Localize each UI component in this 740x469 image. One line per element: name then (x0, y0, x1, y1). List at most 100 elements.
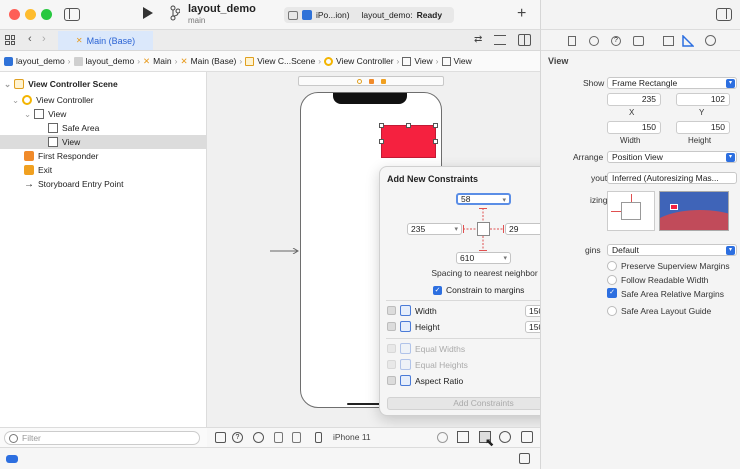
outline-label: View Controller Scene (28, 79, 118, 89)
height-field[interactable]: 150 (676, 121, 730, 134)
quick-help-icon[interactable]: ? (611, 36, 621, 46)
red-view[interactable] (379, 123, 438, 158)
breadcrumb-item[interactable]: layout_demo (4, 56, 65, 66)
scene-dock-exit-icon[interactable] (381, 79, 386, 84)
scene-dock-vc-icon[interactable] (357, 79, 362, 84)
bottom-strut[interactable] (477, 236, 489, 251)
x-label: X (629, 108, 635, 117)
add-icon[interactable]: + (517, 5, 526, 23)
top-constraint-field[interactable]: 58 ▾ (456, 193, 511, 205)
layout-margins-popup[interactable]: Default ▾ (607, 244, 737, 256)
resize-handle[interactable] (433, 139, 438, 144)
outline-item-safe-area[interactable]: Safe Area (0, 121, 207, 135)
layout-popup[interactable]: Inferred (Autoresizing Mas... (607, 172, 737, 184)
size-inspector-icon[interactable] (682, 35, 694, 47)
filter-field[interactable]: Filter (4, 431, 200, 445)
autoresizing-mask-control[interactable] (607, 191, 655, 231)
outline-toggle-icon[interactable] (215, 432, 226, 443)
autoresizing-top-strut[interactable] (631, 194, 632, 202)
attributes-inspector-icon[interactable] (663, 36, 674, 46)
resize-handle[interactable] (433, 123, 438, 128)
tab-main-base[interactable]: ✕ Main (Base) (58, 31, 153, 50)
zoom-window-button[interactable] (41, 9, 52, 20)
width-checkbox[interactable] (387, 306, 396, 315)
orientation-icon[interactable] (274, 432, 283, 443)
minimize-window-button[interactable] (25, 9, 36, 20)
entry-point-arrow[interactable] (270, 248, 300, 254)
device-name[interactable]: iPhone 11 (333, 432, 371, 442)
readable-width-checkbox[interactable] (607, 275, 617, 285)
outline-item-view-selected[interactable]: View (0, 135, 207, 149)
resolve-issues-icon[interactable] (499, 431, 511, 443)
outline-item-entry-point[interactable]: → Storyboard Entry Point (0, 177, 207, 191)
scene-dock-responder-icon[interactable] (369, 79, 374, 84)
outline-item-scene[interactable]: ⌄ View Controller Scene (0, 77, 207, 91)
aspect-ratio-checkbox[interactable] (387, 376, 396, 385)
view-icon (34, 109, 45, 119)
height-checkbox[interactable] (387, 322, 396, 331)
chevron-down-icon[interactable]: ▾ (454, 225, 458, 233)
editor-options-icon[interactable] (494, 35, 506, 45)
breadcrumb-item[interactable]: ✕ Main (143, 56, 172, 67)
breadcrumb-item[interactable]: View (441, 56, 472, 66)
align-icon[interactable] (457, 431, 469, 443)
outline-item-view[interactable]: ⌄ View (0, 107, 207, 121)
width-field[interactable]: 150 (607, 121, 661, 134)
equal-widths-checkbox[interactable] (387, 344, 396, 353)
y-field[interactable]: 102 (676, 93, 730, 106)
inspector-toolbar (540, 0, 740, 30)
view-controller-icon (324, 56, 334, 66)
autoresizing-left-strut[interactable] (611, 211, 621, 212)
leading-constraint-field[interactable]: 235 ▾ (407, 223, 462, 235)
resize-handle[interactable] (379, 123, 384, 128)
scheme-name[interactable]: iPo...ion) (316, 10, 350, 20)
history-icon[interactable] (589, 36, 599, 46)
scheme-status-bar[interactable]: iPo...ion) layout_demo: Ready (284, 7, 454, 23)
outline-label: View Controller (36, 95, 94, 105)
navigator-toggle-icon[interactable] (64, 8, 80, 21)
resize-handle[interactable] (379, 139, 384, 144)
leading-strut[interactable] (463, 223, 477, 235)
x-field[interactable]: 235 (607, 93, 661, 106)
outline-item-view-controller[interactable]: ⌄ View Controller (0, 93, 207, 107)
connections-inspector-icon[interactable] (705, 35, 716, 46)
equal-heights-checkbox[interactable] (387, 360, 396, 369)
show-popup[interactable]: Frame Rectangle ▾ (607, 77, 737, 89)
breadcrumb-item[interactable]: View (402, 56, 433, 66)
breadcrumb-item[interactable]: View C...Scene (245, 56, 315, 66)
scene-dock[interactable] (298, 76, 444, 86)
size-class-icon[interactable] (292, 432, 301, 443)
outline-item-first-responder[interactable]: First Responder (0, 149, 207, 163)
split-editor-icon[interactable] (518, 34, 531, 46)
chevron-down-icon[interactable]: ▾ (503, 254, 507, 262)
safe-area-guide-checkbox[interactable] (607, 306, 617, 316)
constrain-margins-checkbox[interactable]: ✓ Constrain to margins (433, 285, 524, 295)
file-inspector-icon[interactable] (568, 36, 576, 46)
run-button[interactable] (142, 6, 154, 20)
breadcrumb-item[interactable]: layout_demo (73, 56, 134, 66)
inspector-toggle-icon[interactable] (716, 8, 732, 21)
close-window-button[interactable] (9, 9, 20, 20)
swap-icon[interactable]: ⇄ (474, 34, 482, 45)
phone-icon[interactable] (315, 432, 322, 443)
embed-in-icon[interactable] (521, 431, 533, 443)
top-strut[interactable] (477, 208, 489, 222)
resize-handle[interactable] (406, 123, 411, 128)
safe-area-margins-checkbox[interactable]: ✓ (607, 288, 617, 298)
preserve-margins-checkbox[interactable] (607, 261, 617, 271)
appearance-icon[interactable] (253, 432, 264, 443)
back-icon[interactable]: ‹ (28, 33, 32, 45)
forward-icon[interactable]: › (42, 33, 46, 45)
identity-inspector-icon[interactable] (633, 36, 644, 46)
arrange-popup[interactable]: Position View ▾ (607, 151, 737, 163)
breadcrumb-item[interactable]: ✕ Main (Base) (180, 56, 236, 67)
breadcrumb-item[interactable]: View Controller (324, 56, 394, 66)
help-icon[interactable]: ? (232, 432, 243, 443)
chevron-down-icon[interactable]: ▾ (502, 196, 506, 204)
grid-icon[interactable] (5, 35, 15, 45)
trailing-strut[interactable] (490, 223, 504, 235)
bottom-constraint-field[interactable]: 610 ▾ (456, 252, 511, 264)
debug-area-toggle-icon[interactable] (519, 453, 530, 464)
update-frames-icon[interactable] (437, 432, 448, 443)
outline-item-exit[interactable]: Exit (0, 163, 207, 177)
